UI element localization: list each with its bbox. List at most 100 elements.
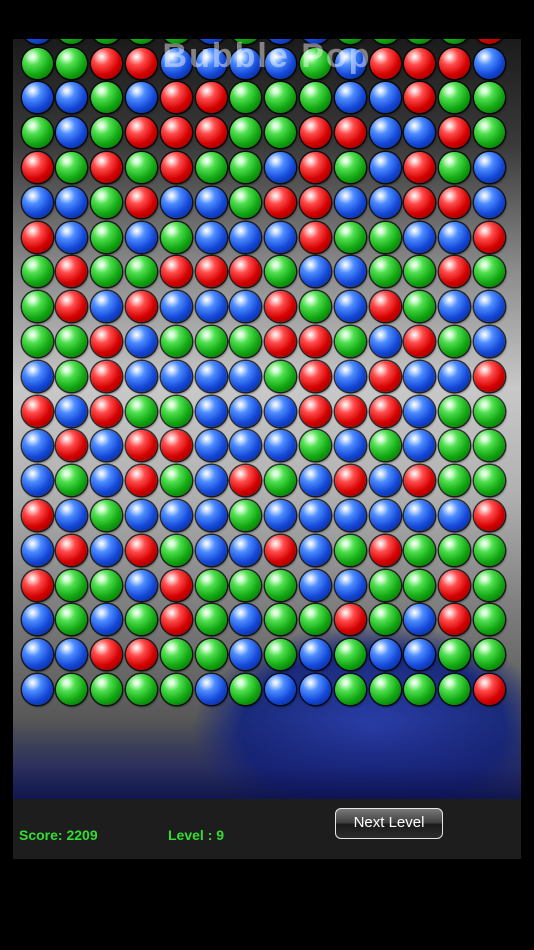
bubble-blue[interactable] xyxy=(439,499,471,531)
bubble-blue[interactable] xyxy=(265,221,297,253)
bubble-blue[interactable] xyxy=(439,360,471,392)
bubble-red[interactable] xyxy=(160,117,192,149)
bubble-blue[interactable] xyxy=(91,534,123,566)
bubble-green[interactable] xyxy=(404,569,436,601)
bubble-blue[interactable] xyxy=(21,360,53,392)
bubble-green[interactable] xyxy=(195,604,227,636)
bubble-red[interactable] xyxy=(439,186,471,218)
bubble-blue[interactable] xyxy=(299,673,331,705)
bubble-red[interactable] xyxy=(21,499,53,531)
bubble-blue[interactable] xyxy=(369,465,401,497)
bubble-green[interactable] xyxy=(195,151,227,183)
bubble-red[interactable] xyxy=(91,639,123,671)
bubble-red[interactable] xyxy=(91,325,123,357)
bubble-blue[interactable] xyxy=(334,569,366,601)
bubble-blue[interactable] xyxy=(125,325,157,357)
bubble-blue[interactable] xyxy=(334,291,366,323)
bubble-green[interactable] xyxy=(91,186,123,218)
bubble-red[interactable] xyxy=(369,395,401,427)
bubble-red[interactable] xyxy=(334,465,366,497)
bubble-blue[interactable] xyxy=(369,117,401,149)
bubble-blue[interactable] xyxy=(56,82,88,114)
bubble-blue[interactable] xyxy=(21,465,53,497)
bubble-blue[interactable] xyxy=(404,499,436,531)
bubble-green[interactable] xyxy=(299,291,331,323)
bubble-blue[interactable] xyxy=(195,47,227,79)
bubble-green[interactable] xyxy=(230,325,262,357)
bubble-blue[interactable] xyxy=(404,639,436,671)
bubble-blue[interactable] xyxy=(125,360,157,392)
bubble-blue[interactable] xyxy=(21,430,53,462)
bubble-green[interactable] xyxy=(299,47,331,79)
bubble-green[interactable] xyxy=(56,151,88,183)
bubble-red[interactable] xyxy=(439,47,471,79)
bubble-blue[interactable] xyxy=(230,360,262,392)
bubble-blue[interactable] xyxy=(91,604,123,636)
bubble-green[interactable] xyxy=(230,499,262,531)
bubble-blue[interactable] xyxy=(265,430,297,462)
bubble-blue[interactable] xyxy=(56,117,88,149)
bubble-blue[interactable] xyxy=(91,291,123,323)
bubble-green[interactable] xyxy=(439,673,471,705)
bubble-blue[interactable] xyxy=(230,534,262,566)
bubble-blue[interactable] xyxy=(56,221,88,253)
bubble-green[interactable] xyxy=(265,82,297,114)
bubble-red[interactable] xyxy=(195,117,227,149)
bubble-blue[interactable] xyxy=(125,499,157,531)
bubble-red[interactable] xyxy=(369,534,401,566)
bubble-red[interactable] xyxy=(56,291,88,323)
bubble-green[interactable] xyxy=(369,569,401,601)
bubble-green[interactable] xyxy=(56,325,88,357)
bubble-red[interactable] xyxy=(473,221,505,253)
bubble-red[interactable] xyxy=(160,82,192,114)
bubble-green[interactable] xyxy=(265,256,297,288)
bubble-green[interactable] xyxy=(125,395,157,427)
bubble-blue[interactable] xyxy=(404,430,436,462)
bubble-blue[interactable] xyxy=(160,360,192,392)
bubble-green[interactable] xyxy=(299,430,331,462)
bubble-blue[interactable] xyxy=(21,604,53,636)
bubble-green[interactable] xyxy=(473,117,505,149)
bubble-green[interactable] xyxy=(160,325,192,357)
bubble-green[interactable] xyxy=(56,360,88,392)
bubble-blue[interactable] xyxy=(195,291,227,323)
bubble-red[interactable] xyxy=(369,360,401,392)
bubble-red[interactable] xyxy=(160,151,192,183)
bubble-green[interactable] xyxy=(473,569,505,601)
bubble-blue[interactable] xyxy=(334,82,366,114)
bubble-red[interactable] xyxy=(160,430,192,462)
bubble-green[interactable] xyxy=(404,673,436,705)
bubble-blue[interactable] xyxy=(473,291,505,323)
bubble-green[interactable] xyxy=(21,325,53,357)
bubble-blue[interactable] xyxy=(369,151,401,183)
bubble-blue[interactable] xyxy=(195,430,227,462)
bubble-red[interactable] xyxy=(369,291,401,323)
bubble-green[interactable] xyxy=(160,465,192,497)
bubble-blue[interactable] xyxy=(230,639,262,671)
bubble-green[interactable] xyxy=(195,639,227,671)
bubble-green[interactable] xyxy=(334,151,366,183)
bubble-blue[interactable] xyxy=(299,499,331,531)
bubble-green[interactable] xyxy=(265,604,297,636)
bubble-red[interactable] xyxy=(334,117,366,149)
bubble-red[interactable] xyxy=(91,47,123,79)
bubble-blue[interactable] xyxy=(299,465,331,497)
bubble-blue[interactable] xyxy=(334,360,366,392)
bubble-green[interactable] xyxy=(473,604,505,636)
bubble-red[interactable] xyxy=(404,465,436,497)
bubble-red[interactable] xyxy=(404,151,436,183)
bubble-blue[interactable] xyxy=(56,499,88,531)
bubble-red[interactable] xyxy=(404,47,436,79)
bubble-blue[interactable] xyxy=(265,673,297,705)
bubble-blue[interactable] xyxy=(91,465,123,497)
bubble-blue[interactable] xyxy=(334,256,366,288)
bubble-green[interactable] xyxy=(125,673,157,705)
bubble-red[interactable] xyxy=(404,325,436,357)
bubble-green[interactable] xyxy=(334,534,366,566)
bubble-blue[interactable] xyxy=(21,186,53,218)
bubble-green[interactable] xyxy=(299,604,331,636)
bubble-green[interactable] xyxy=(473,82,505,114)
bubble-red[interactable] xyxy=(473,499,505,531)
bubble-red[interactable] xyxy=(21,221,53,253)
bubble-green[interactable] xyxy=(369,430,401,462)
